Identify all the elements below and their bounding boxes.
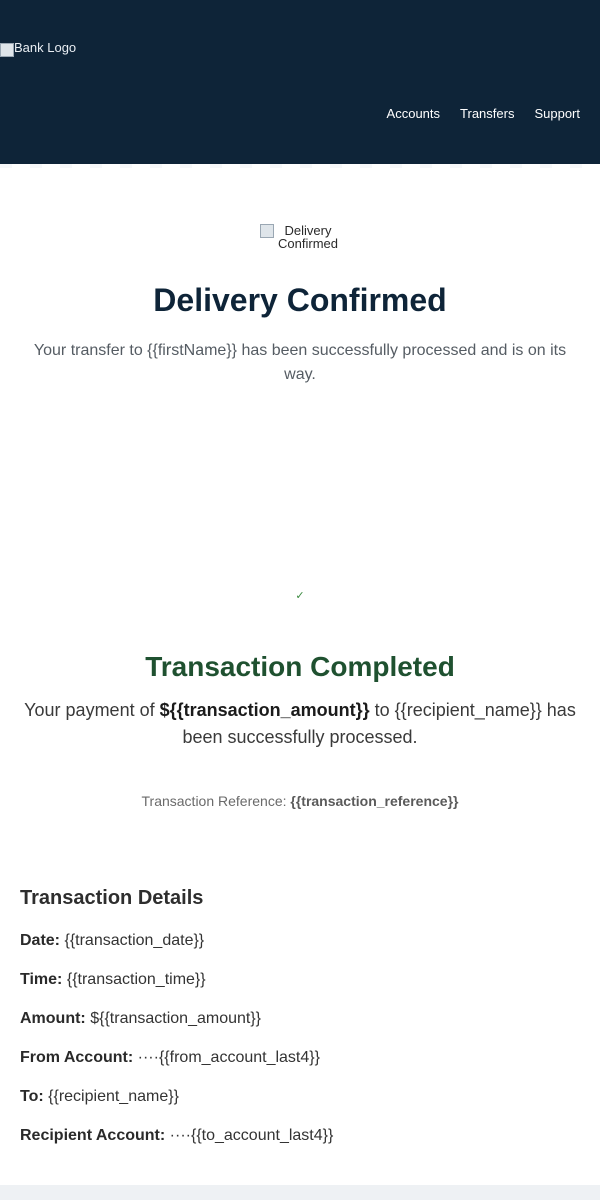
detail-label: Date:: [20, 932, 61, 949]
detail-value: ${{transaction_amount}}: [90, 1010, 262, 1027]
detail-value: ····{{to_account_last4}}: [169, 1127, 334, 1144]
reference-label: Transaction Reference:: [141, 793, 291, 809]
completion-message: Your payment of ${{transaction_amount}} …: [15, 697, 585, 751]
nav-support[interactable]: Support: [534, 106, 580, 121]
detail-label: Amount:: [20, 1010, 86, 1027]
delivery-image-alt-text: Delivery Confirmed: [278, 223, 338, 251]
header-divider: [0, 164, 600, 168]
detail-value: {{transaction_time}}: [66, 971, 206, 988]
delivery-hero: Delivery Confirmed Delivery Confirmed Yo…: [0, 164, 600, 387]
site-header: Bank Logo Accounts Transfers Support: [0, 0, 600, 168]
detail-label: From Account:: [20, 1049, 134, 1066]
detail-row-amount: Amount: ${{transaction_amount}}: [20, 1010, 580, 1049]
detail-value: {{recipient_name}}: [48, 1088, 179, 1105]
page-title: Delivery Confirmed: [153, 282, 447, 318]
nav-accounts[interactable]: Accounts: [387, 106, 440, 121]
bank-logo-alt-text: Bank Logo: [14, 40, 77, 55]
transaction-reference: Transaction Reference: {{transaction_ref…: [0, 793, 600, 809]
completion-message-prefix: Your payment of: [24, 700, 160, 720]
delivery-confirmed-image: Delivery Confirmed: [260, 224, 340, 250]
details-heading: Transaction Details: [20, 887, 204, 909]
detail-value: {{transaction_date}}: [64, 932, 205, 949]
detail-label: To:: [20, 1088, 44, 1105]
detail-label: Recipient Account:: [20, 1127, 166, 1144]
nav-transfers[interactable]: Transfers: [460, 106, 514, 121]
detail-row-from-account: From Account: ····{{from_account_last4}}: [20, 1049, 580, 1088]
detail-row-recipient-account: Recipient Account: ····{{to_account_last…: [20, 1127, 580, 1166]
check-icon: ✓: [295, 590, 305, 602]
footer-strip: [0, 1185, 600, 1200]
broken-image-icon: [260, 224, 274, 238]
hero-subtitle: Your transfer to {{firstName}} has been …: [33, 342, 567, 383]
completion-title: Transaction Completed: [145, 651, 455, 682]
detail-row-time: Time: {{transaction_time}}: [20, 971, 580, 1010]
completion-amount: ${{transaction_amount}}: [159, 700, 370, 720]
detail-label: Time:: [20, 971, 63, 988]
transaction-details: Transaction Details Date: {{transaction_…: [0, 887, 600, 1166]
detail-value: ····{{from_account_last4}}: [137, 1049, 320, 1066]
reference-value: {{transaction_reference}}: [290, 793, 459, 809]
bank-logo[interactable]: Bank Logo: [0, 40, 76, 57]
detail-row-date: Date: {{transaction_date}}: [20, 932, 580, 971]
broken-image-icon: [0, 42, 14, 57]
detail-row-to: To: {{recipient_name}}: [20, 1088, 580, 1127]
main-nav: Accounts Transfers Support: [387, 106, 580, 121]
